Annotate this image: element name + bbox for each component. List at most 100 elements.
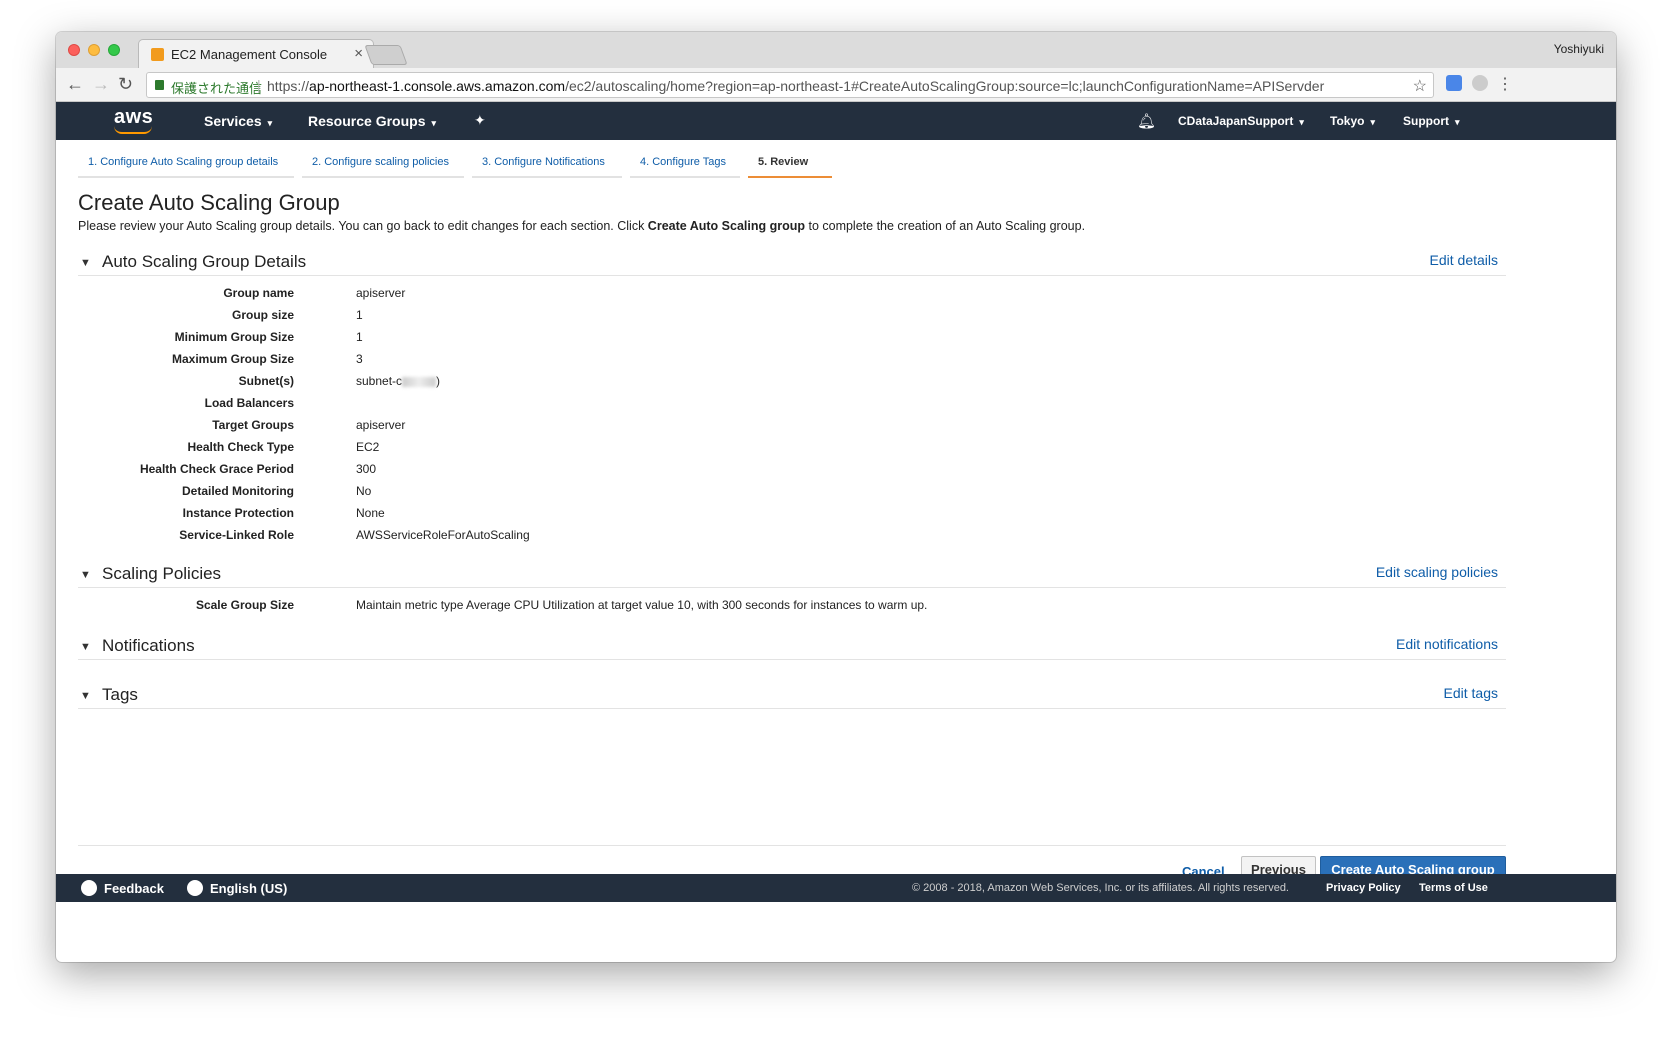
browser-menu-icon[interactable]: ⋮ [1497,74,1513,94]
feedback-icon [81,880,97,896]
back-arrow-icon[interactable]: ← [66,74,84,95]
detail-key: Maximum Group Size [171,352,294,366]
detail-value: apiserver [356,418,406,432]
detail-row: Group name apiserver [56,286,1056,306]
chevron-down-icon: ▾ [1299,117,1304,127]
region-menu[interactable]: Tokyo ▾ [1330,114,1375,128]
page-intro: Please review your Auto Scaling group de… [78,219,1085,233]
chevron-down-icon: ▾ [1370,117,1375,127]
resource-groups-menu[interactable]: Resource Groups ▾ [308,113,436,129]
profile-name[interactable]: Yoshiyuki [1554,42,1604,56]
globe-icon [187,880,203,896]
wizard-step-2[interactable]: 2. Configure scaling policies [302,150,464,178]
resource-groups-label: Resource Groups [308,113,426,129]
section-tags-title: Tags [102,685,138,704]
new-tab-button[interactable] [364,45,408,65]
subnet-value: subnet-c [356,374,403,388]
bookmark-star-icon[interactable]: ☆ [1413,76,1427,96]
detail-key: Group name [223,286,294,300]
account-label: CDataJapanSupport [1178,114,1294,128]
lock-icon [155,80,164,90]
detail-key: Detailed Monitoring [182,484,294,498]
maximize-window-button[interactable] [108,44,120,56]
tab-close-icon[interactable]: × [354,45,363,62]
collapse-caret-icon[interactable]: ▼ [80,641,91,653]
detail-key: Health Check Grace Period [139,462,294,476]
extension-icon[interactable] [1472,75,1488,91]
intro-bold: Create Auto Scaling group [647,219,805,233]
feedback-link[interactable]: Feedback [104,881,164,896]
services-menu[interactable]: Services ▾ [204,113,272,129]
aws-logo-smile-icon [114,126,152,134]
copyright-text: © 2008 - 2018, Amazon Web Services, Inc.… [912,882,1289,894]
url-text[interactable]: https://ap-northeast-1.console.aws.amazo… [267,78,1324,94]
detail-value: 1 [356,308,363,322]
collapse-caret-icon[interactable]: ▼ [80,257,91,269]
detail-row: Group size 1 [56,308,1056,328]
chevron-down-icon: ▾ [267,118,273,128]
detail-key: Subnet(s) [238,374,294,388]
bell-icon[interactable]: 🔔︎ [1137,112,1156,130]
edit-notifications-link[interactable]: Edit notifications [1396,636,1498,652]
detail-row: Health Check Grace Period 300 [56,462,1056,482]
address-bar[interactable]: 保護された通信 | https://ap-northeast-1.console… [146,72,1434,98]
browser-window: EC2 Management Console × Yoshiyuki ← → ↻… [56,32,1616,962]
section-details-title: Auto Scaling Group Details [102,252,307,271]
detail-row: Health Check Type EC2 [56,440,1056,460]
edit-tags-link[interactable]: Edit tags [1444,685,1498,701]
edit-scaling-policies-link[interactable]: Edit scaling policies [1376,564,1498,580]
section-notifications-title: Notifications [102,636,195,655]
detail-row: Detailed Monitoring No [56,484,1056,504]
translate-extension-icon[interactable] [1446,75,1462,91]
edit-details-link[interactable]: Edit details [1430,252,1498,268]
secure-label: 保護された通信 [171,81,263,96]
wizard-step-4[interactable]: 4. Configure Tags [630,150,740,178]
aws-favicon-icon [151,48,164,61]
detail-value: 3 [356,352,363,366]
section-scaling-header[interactable]: ▼ Scaling Policies Edit scaling policies [78,564,1506,588]
chevron-down-icon: ▾ [431,118,437,128]
section-tags-header[interactable]: ▼ Tags Edit tags [78,685,1506,709]
redacted-blur [402,376,437,387]
url-host: ap-northeast-1.console.aws.amazon.com [309,78,566,94]
forward-arrow-icon[interactable]: → [92,74,110,95]
detail-key: Service-Linked Role [179,528,294,542]
detail-value: 300 [356,462,377,476]
detail-key: Minimum Group Size [174,330,294,344]
url-path: /ec2/autoscaling/home?region=ap-northeas… [565,78,1325,94]
section-notifications-header[interactable]: ▼ Notifications Edit notifications [78,636,1506,660]
detail-value: None [356,506,385,520]
actions-divider [78,845,1506,846]
detail-value: No [356,484,372,498]
privacy-policy-link[interactable]: Privacy Policy [1326,882,1401,894]
terms-of-use-link[interactable]: Terms of Use [1419,882,1488,894]
subnet-suffix: ) [436,374,441,388]
detail-key: Group size [231,308,294,322]
detail-key: Load Balancers [204,396,294,410]
intro-prefix: Please review your Auto Scaling group de… [78,219,648,233]
browser-tab[interactable]: EC2 Management Console × [138,39,374,68]
section-details-header[interactable]: ▼ Auto Scaling Group Details Edit detail… [78,252,1506,276]
minimize-window-button[interactable] [88,44,100,56]
aws-navbar: aws Services ▾ Resource Groups ▾ ✦ 🔔︎ CDat… [56,102,1616,140]
scaling-key: Scale Group Size [195,598,294,612]
close-window-button[interactable] [68,44,80,56]
wizard-step-5[interactable]: 5. Review [748,150,832,178]
wizard-step-3[interactable]: 3. Configure Notifications [472,150,622,178]
detail-key: Instance Protection [182,506,294,520]
pin-icon[interactable]: ✦ [474,112,486,129]
scaling-value: Maintain metric type Average CPU Utiliza… [356,598,928,612]
collapse-caret-icon[interactable]: ▼ [80,569,91,581]
page-title: Create Auto Scaling Group [78,190,340,215]
language-selector[interactable]: English (US) [210,881,287,896]
account-menu[interactable]: CDataJapanSupport ▾ [1178,114,1304,128]
support-menu[interactable]: Support ▾ [1403,114,1460,128]
reload-icon[interactable]: ↻ [118,74,133,95]
collapse-caret-icon[interactable]: ▼ [80,690,91,702]
browser-toolbar: ← → ↻ 保護された通信 | https://ap-northeast-1.c… [56,68,1616,102]
support-label: Support [1403,114,1449,128]
detail-row: Instance Protection None [56,506,1056,526]
tab-title: EC2 Management Console [171,47,328,62]
main-content: 1. Configure Auto Scaling group details … [56,140,1616,934]
wizard-step-1[interactable]: 1. Configure Auto Scaling group details [78,150,294,178]
